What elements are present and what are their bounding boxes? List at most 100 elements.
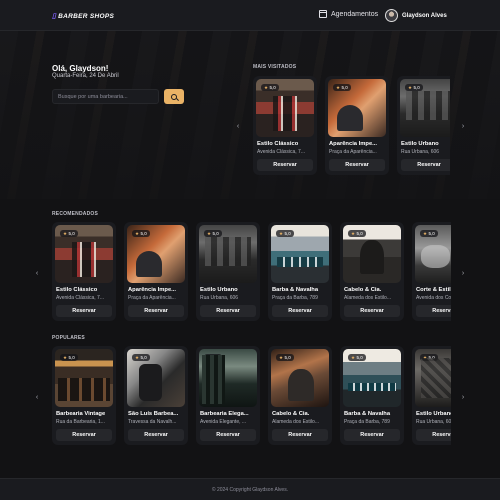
barbershop-card[interactable]: ★ 5,0 Barbearia Elega... Avenida Elegante, …: [196, 346, 260, 445]
star-icon: ★: [63, 230, 68, 236]
barbershop-name: Aparência Impe...: [128, 287, 177, 293]
top-header: ▯ BARBER SHOPS Agendamentos Glaydson Alv…: [0, 0, 500, 31]
barbershop-photo: ★ 5,0: [271, 349, 329, 407]
barbershop-card[interactable]: ★5,0 Estilo Urbano Rua Urbana, 606 Reservar: [397, 76, 450, 175]
barbershop-photo: ★ 5,0: [256, 79, 314, 137]
barbershop-card[interactable]: ★5,0 Estilo Urbano Rua Urbana, 606 Reservar: [412, 346, 451, 445]
reserve-button[interactable]: Reservar: [272, 429, 328, 441]
barbershop-card[interactable]: ★5,0 Corte & Estilo Avenida dos Cortes... R…: [412, 222, 451, 321]
search-input[interactable]: [52, 89, 159, 104]
star-icon: ★: [207, 354, 212, 360]
barbershop-address: Praça da Aparência...: [128, 295, 176, 301]
barbershop-card[interactable]: ★ 5,0 Cabelo & Cia. Alameda dos Estilo... Re…: [268, 346, 332, 445]
star-icon: ★: [351, 230, 356, 236]
barbershop-name: Estilo Urbano: [401, 141, 439, 147]
carousel-prev-icon[interactable]: ‹: [233, 121, 243, 131]
carousel-next-icon[interactable]: ›: [458, 121, 468, 131]
barbershop-address: Avenida Clássica, 7...: [56, 295, 104, 301]
star-icon: ★: [351, 354, 356, 360]
barbershop-name: Cabelo & Cia.: [272, 411, 310, 417]
rating-value: 5,0: [68, 355, 75, 360]
recommended-carousel: ★ 5,0 Estilo Clássico Avenida Clássica, 7..…: [52, 222, 451, 322]
reserve-button[interactable]: Reservar: [416, 429, 451, 441]
rating-badge: ★ 5,0: [276, 354, 294, 361]
rating-value: 5,0: [212, 231, 219, 236]
barbershop-card[interactable]: ★ 5,0 Cabelo & Cia. Alameda dos Estilo... Re…: [340, 222, 404, 321]
carousel-prev-icon[interactable]: ‹: [32, 392, 42, 402]
logo[interactable]: ▯ BARBER SHOPS: [52, 11, 114, 21]
calendar-icon: [319, 10, 327, 18]
barbershop-card[interactable]: ★ 5,0 São Luís Barbea... Travessa da Navalh…: [124, 346, 188, 445]
user-menu[interactable]: Glaydson Alves: [385, 8, 447, 23]
avatar: [385, 9, 398, 22]
reserve-button[interactable]: Reservar: [257, 159, 313, 171]
rating-value: 5,0: [212, 355, 219, 360]
rating-badge: ★ 5,0: [261, 84, 279, 91]
barbershop-photo: ★ 5,0: [127, 225, 185, 283]
rating-value: 5,0: [68, 231, 75, 236]
barbershop-card[interactable]: ★ 5,0 Aparência Impe... Praça da Aparência.…: [325, 76, 389, 175]
rating-value: 5,0: [428, 355, 435, 360]
bookings-link[interactable]: Agendamentos: [319, 10, 378, 18]
reserve-button[interactable]: Reservar: [128, 429, 184, 441]
barbershop-card[interactable]: ★ 5,0 Estilo Clássico Avenida Clássica, 7..…: [52, 222, 116, 321]
barbershop-photo: ★ 5,0: [55, 225, 113, 283]
rating-value: 5,0: [140, 231, 147, 236]
reserve-button[interactable]: Reservar: [329, 159, 385, 171]
reserve-button[interactable]: Reservar: [200, 429, 256, 441]
barbershop-card[interactable]: ★ 5,0 Barba & Navalha Praça da Barba, 789 Re…: [268, 222, 332, 321]
most-visited-carousel: ★ 5,0 Estilo Clássico Avenida Clássica, 7..…: [253, 76, 450, 176]
rating-value: 5,0: [356, 355, 363, 360]
barbershop-card[interactable]: ★ 5,0 Estilo Clássico Avenida Clássica, 7..…: [253, 76, 317, 175]
reserve-button[interactable]: Reservar: [200, 305, 256, 317]
star-icon: ★: [279, 354, 284, 360]
barbershop-address: Rua Urbana, 606: [200, 295, 239, 301]
star-icon: ★: [279, 230, 284, 236]
star-icon: ★: [207, 230, 212, 236]
barbershop-photo: ★ 5,0: [400, 79, 450, 137]
reserve-button[interactable]: Reservar: [344, 305, 400, 317]
carousel-prev-icon[interactable]: ‹: [32, 268, 42, 278]
rating-badge: ★ 5,0: [333, 84, 351, 91]
bookings-label: Agendamentos: [331, 10, 379, 18]
reserve-button[interactable]: Reservar: [56, 305, 112, 317]
barbershop-card[interactable]: ★ 5,0 Barbearia Vintage Rua da Barbearia, 1…: [52, 346, 116, 445]
rating-badge: ★ 5,0: [132, 230, 150, 237]
barbershop-photo: ★ 5,0: [343, 225, 401, 283]
barbershop-address: Rua Urbana, 606: [416, 419, 451, 425]
barbershop-photo: ★ 5,0: [271, 225, 329, 283]
carousel-next-icon[interactable]: ›: [458, 392, 468, 402]
barbershop-card[interactable]: ★ 5,0 Barba & Navalha Praça da Barba, 789 Re…: [340, 346, 404, 445]
logo-mark: ▯: [52, 13, 57, 20]
barbershop-name: Barbearia Vintage: [56, 411, 106, 417]
section-title-recommended: RECOMENDADOS: [52, 211, 99, 217]
carousel-next-icon[interactable]: ›: [458, 268, 468, 278]
reserve-button[interactable]: Reservar: [128, 305, 184, 317]
reserve-button[interactable]: Reservar: [401, 159, 450, 171]
reserve-button[interactable]: Reservar: [272, 305, 328, 317]
search-button[interactable]: [164, 89, 184, 104]
star-icon: ★: [135, 354, 140, 360]
rating-value: 5,0: [413, 85, 420, 90]
star-icon: ★: [423, 354, 428, 360]
barbershop-address: Avenida Elegante, ...: [200, 419, 247, 425]
barbershop-name: São Luís Barbea...: [128, 411, 179, 417]
star-icon: ★: [264, 84, 269, 90]
barbershop-name: Cabelo & Cia.: [344, 287, 382, 293]
barbershop-address: Alameda dos Estilo...: [272, 419, 319, 425]
barbershop-photo: ★ 5,0: [343, 349, 401, 407]
rating-badge: ★ 5,0: [204, 230, 222, 237]
barbershop-card[interactable]: ★ 5,0 Aparência Impe... Praça da Aparência.…: [124, 222, 188, 321]
star-icon: ★: [135, 230, 140, 236]
reserve-button[interactable]: Reservar: [56, 429, 112, 441]
barbershop-photo: ★ 5,0: [127, 349, 185, 407]
rating-badge: ★ 5,0: [420, 354, 438, 361]
rating-badge: ★ 5,0: [276, 230, 294, 237]
rating-value: 5,0: [284, 355, 291, 360]
barbershop-name: Corte & Estilo: [416, 287, 451, 293]
barbershop-name: Barba & Navalha: [272, 287, 319, 293]
barbershop-card[interactable]: ★5,0 Estilo Urbano Rua Urbana, 606 Reservar: [196, 222, 260, 321]
reserve-button[interactable]: Reservar: [416, 305, 451, 317]
reserve-button[interactable]: Reservar: [344, 429, 400, 441]
barbershop-name: Estilo Clássico: [56, 287, 98, 293]
